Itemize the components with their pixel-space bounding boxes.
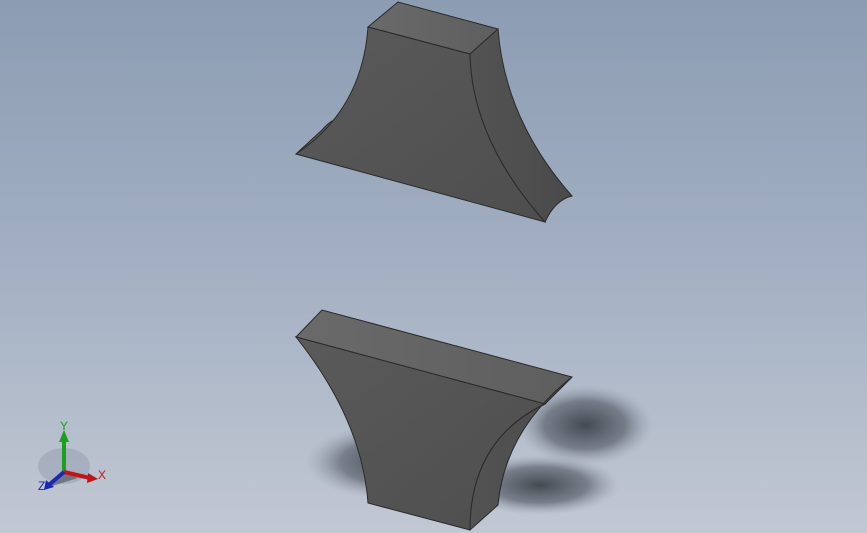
x-axis-label: X — [98, 468, 106, 482]
reference-triad[interactable]: Y X Z — [38, 419, 106, 493]
z-axis-label: Z — [38, 479, 45, 493]
upper-part-body[interactable] — [294, 1, 573, 223]
y-axis-label: Y — [60, 419, 68, 433]
model-canvas[interactable]: Y X Z — [0, 0, 867, 533]
x-axis-arrow-icon — [87, 473, 98, 483]
graphics-viewport[interactable]: Y X Z — [0, 0, 867, 533]
